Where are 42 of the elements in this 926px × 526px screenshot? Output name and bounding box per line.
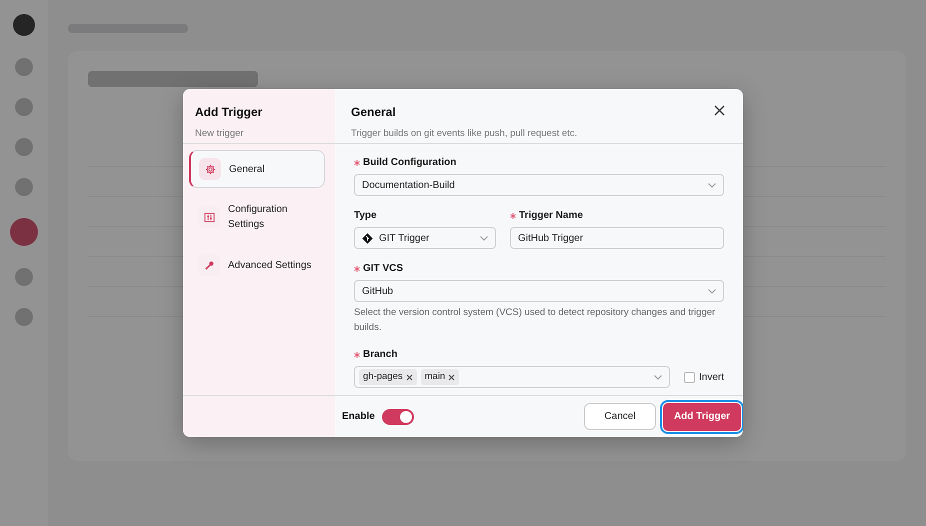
logo-icon [13, 14, 35, 36]
cancel-button[interactable]: Cancel [584, 403, 656, 430]
multi-select-field[interactable]: gh-pages main [354, 366, 670, 388]
caret-icon [480, 236, 488, 240]
enable-label: Enable [342, 410, 375, 424]
select-field[interactable]: GitHub [354, 280, 724, 302]
add-trigger-button[interactable]: Add Trigger [663, 402, 741, 430]
section-description: Trigger builds on git events like push, pull request etc. [351, 127, 578, 141]
sidebar-icon[interactable] [15, 98, 33, 116]
sidebar-tab[interactable]: Advanced Settings [189, 246, 325, 284]
caret-icon [708, 182, 716, 188]
remove-icon[interactable] [448, 374, 456, 380]
enable-toggle[interactable] [382, 408, 414, 424]
caret-icon [654, 374, 662, 380]
dialog-title: Add Trigger [195, 104, 264, 121]
section-title: General [351, 104, 396, 121]
sidebar-icon[interactable] [10, 218, 38, 246]
sidebar-icon[interactable] [15, 178, 33, 196]
invert-checkbox[interactable]: Invert [684, 370, 724, 384]
sidebar-tab[interactable]: General [189, 150, 325, 188]
git-icon [362, 232, 373, 244]
select-field[interactable]: GIT Trigger [354, 227, 496, 249]
sidebar-tab[interactable]: Configuration Settings [189, 194, 325, 240]
field-label: GIT VCS [363, 262, 404, 276]
branch-tag: main [420, 368, 460, 386]
branch-tag: gh-pages [359, 368, 417, 386]
field-label: Trigger Name [519, 209, 583, 223]
gear-icon [199, 158, 221, 180]
dialog-subtitle: New trigger [195, 127, 245, 141]
text-field[interactable]: GitHub Trigger [510, 227, 724, 249]
sidebar-icon[interactable] [15, 138, 33, 156]
remove-icon[interactable] [406, 374, 413, 380]
close-button[interactable] [714, 105, 725, 116]
sidebar-icon[interactable] [15, 268, 33, 286]
sidebar-icon[interactable] [15, 308, 33, 326]
caret-icon [708, 288, 716, 294]
sidebar-icon[interactable] [15, 58, 33, 76]
help-text: Select the version control system (VCS) used to detect repository changes and trigger builds. [354, 306, 716, 335]
field-label: Branch [363, 348, 398, 362]
select-field[interactable]: Documentation-Build [354, 174, 724, 196]
field-label: Type [354, 209, 377, 223]
field-label: Build Configuration [363, 156, 456, 170]
